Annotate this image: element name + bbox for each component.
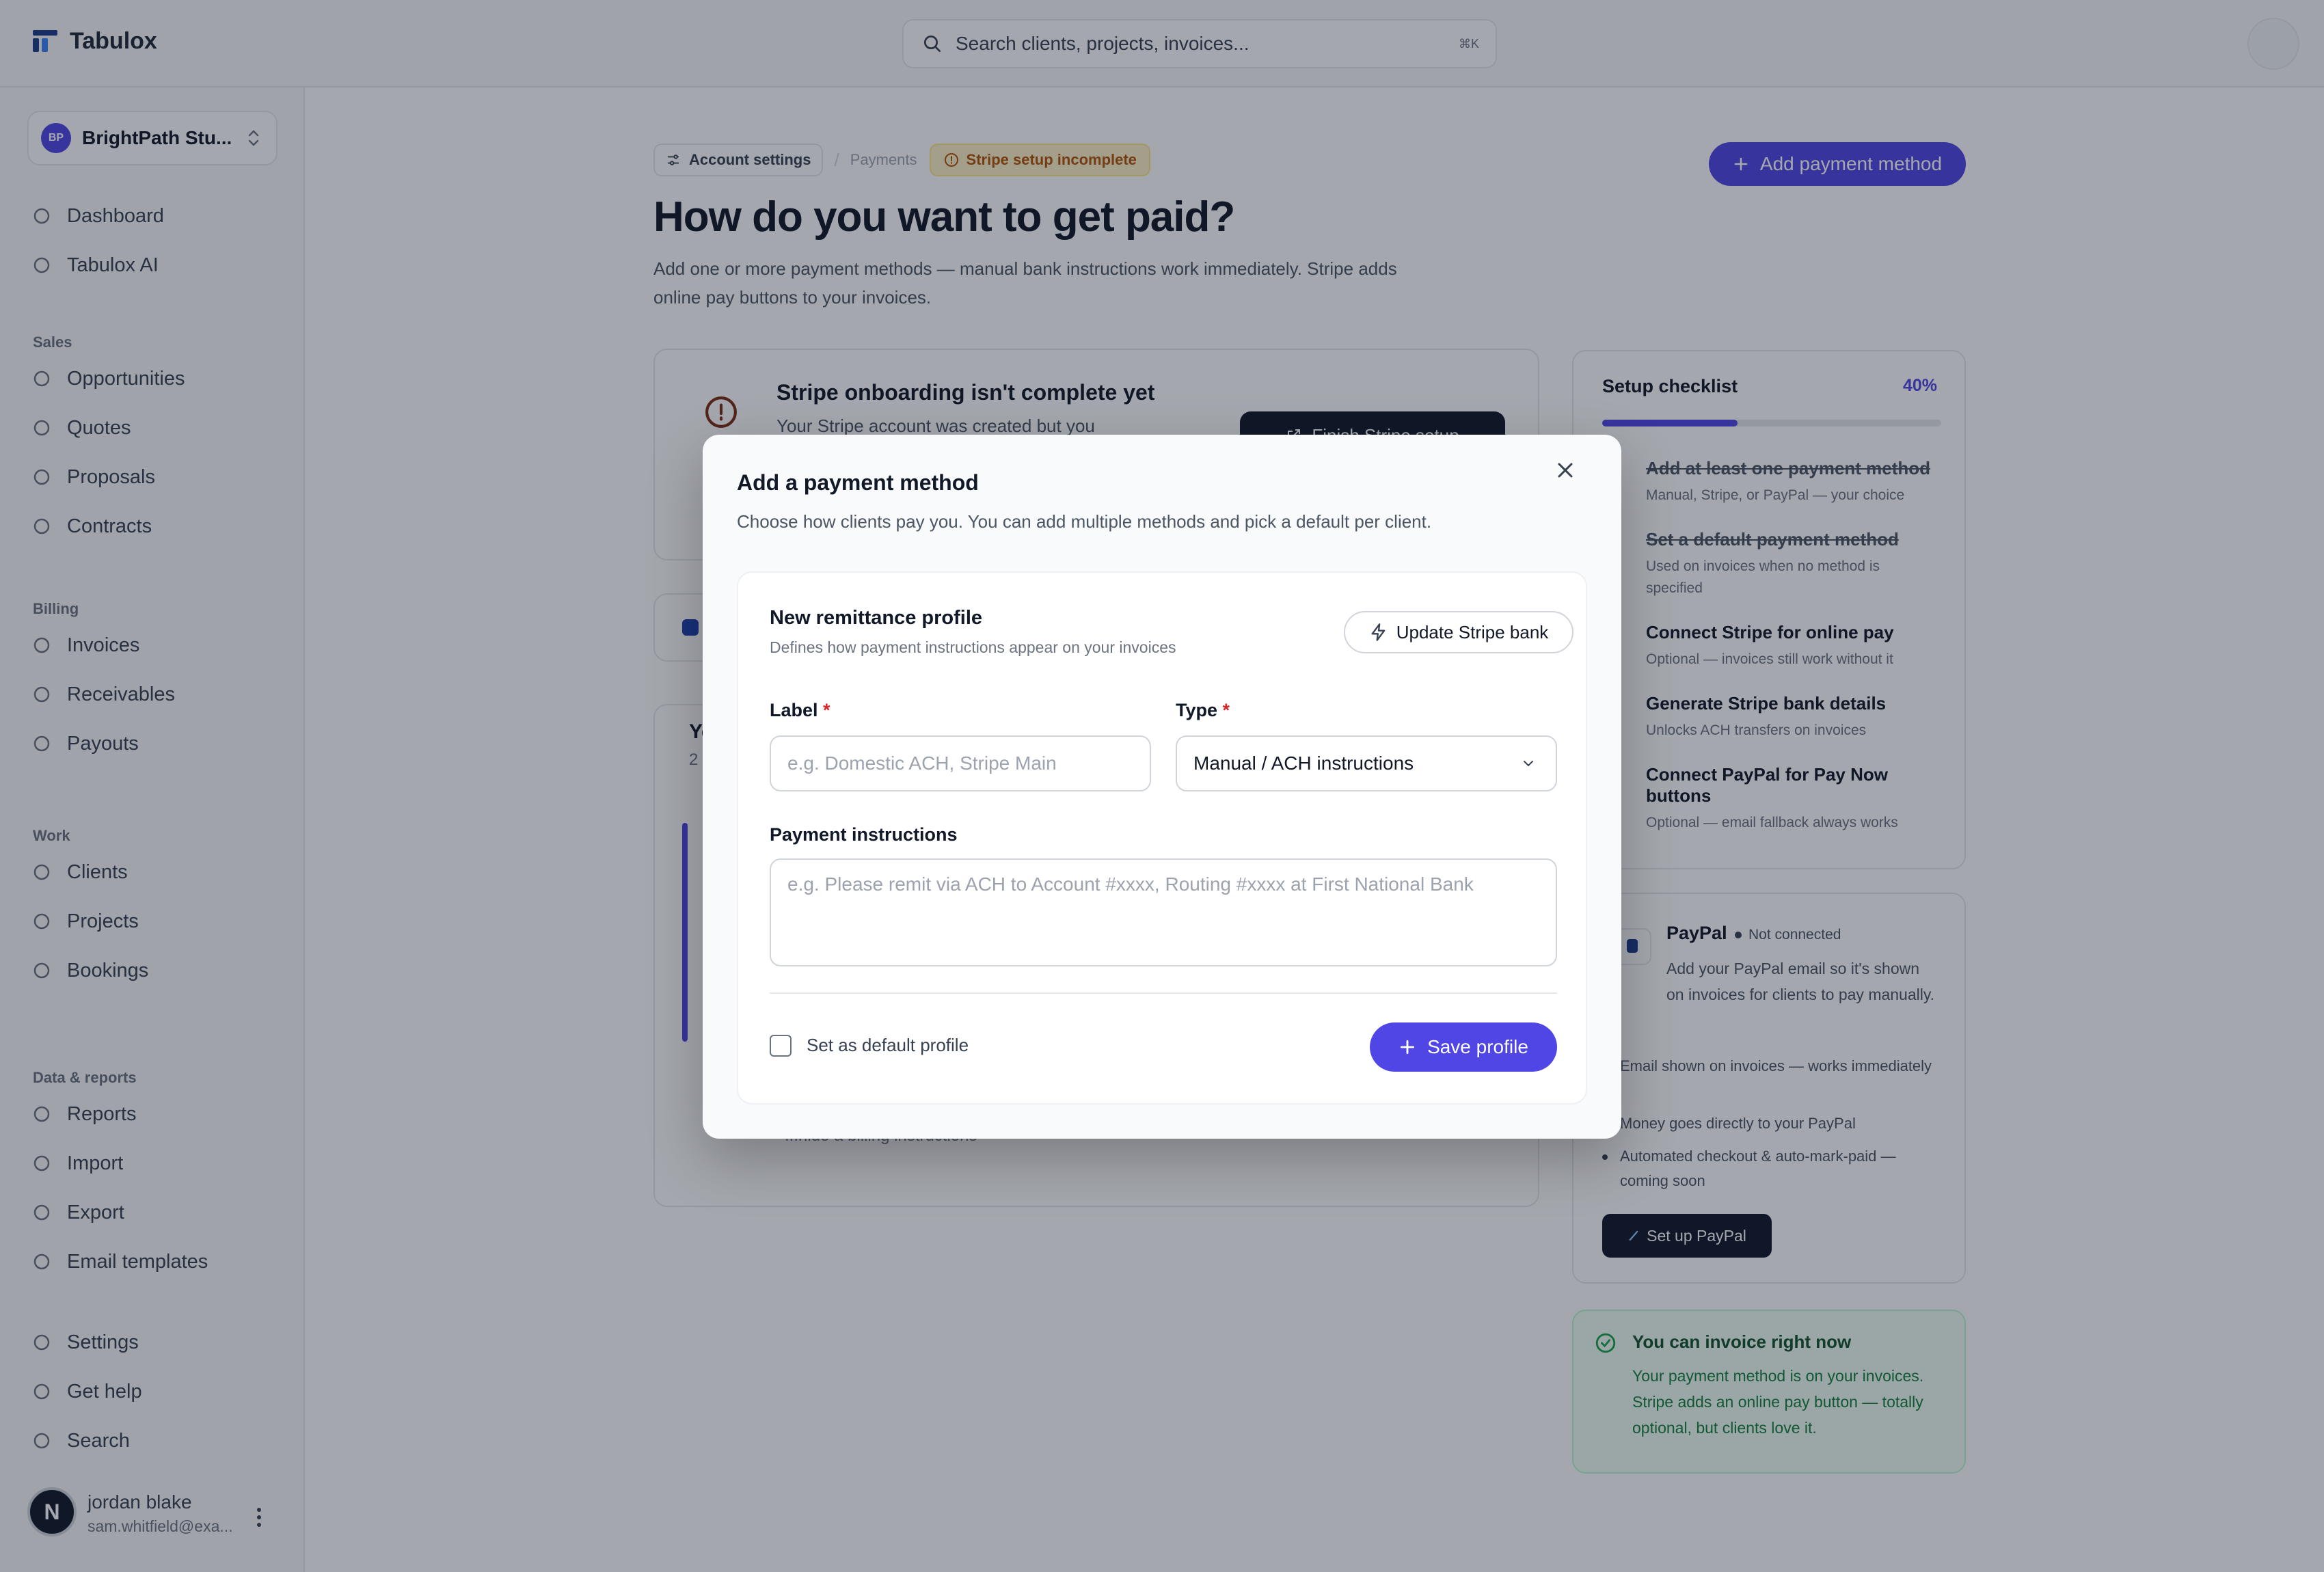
modal-title: Add a payment method (737, 470, 979, 495)
section-title: New remittance profile (770, 607, 983, 629)
close-icon[interactable] (1553, 458, 1578, 483)
label-field-text: Label (770, 700, 818, 720)
payment-instructions-textarea[interactable]: e.g. Please remit via ACH to Account #xx… (770, 858, 1557, 966)
save-profile-button[interactable]: Save profile (1370, 1022, 1557, 1072)
type-field-text: Type (1176, 700, 1218, 720)
modal-subtitle: Choose how clients pay you. You can add … (737, 511, 1432, 532)
type-select-value: Manual / ACH instructions (1193, 753, 1414, 774)
label-input-placeholder: e.g. Domestic ACH, Stripe Main (787, 753, 1057, 774)
add-payment-method-modal: Add a payment method Choose how clients … (703, 435, 1621, 1139)
form-divider (770, 992, 1557, 994)
save-profile-label: Save profile (1427, 1036, 1528, 1057)
instructions-placeholder: e.g. Please remit via ACH to Account #xx… (787, 873, 1474, 895)
chevron-down-icon (1524, 761, 1533, 767)
plus-icon (1400, 1040, 1415, 1055)
section-subtitle: Defines how payment instructions appear … (770, 638, 1176, 656)
default-profile-label[interactable]: Set as default profile (807, 1035, 969, 1056)
remittance-profile-form: New remittance profile Defines how payme… (737, 571, 1587, 1105)
type-select[interactable]: Manual / ACH instructions (1176, 735, 1557, 791)
label-field-label: Label * (770, 700, 830, 721)
lightning-icon (1371, 623, 1386, 641)
update-stripe-bank-label: Update Stripe bank (1396, 621, 1549, 642)
update-stripe-bank-button[interactable]: Update Stripe bank (1344, 611, 1573, 653)
type-field-label: Type * (1176, 700, 1230, 721)
instructions-field-label: Payment instructions (770, 824, 958, 845)
required-mark: * (823, 700, 830, 720)
default-profile-checkbox[interactable] (770, 1035, 792, 1057)
required-mark: * (1222, 700, 1230, 720)
label-input[interactable]: e.g. Domestic ACH, Stripe Main (770, 735, 1151, 791)
